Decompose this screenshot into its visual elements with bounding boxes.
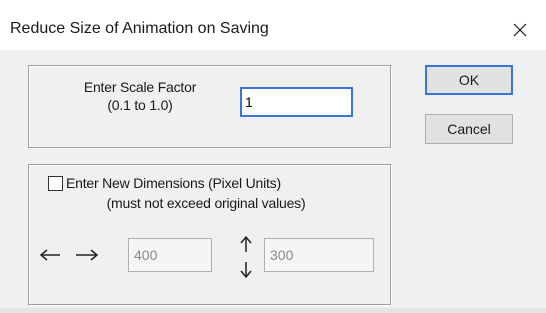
window-bottom-edge	[0, 308, 546, 313]
horizontal-arrow-icon	[39, 249, 99, 261]
ok-button[interactable]: OK	[425, 65, 513, 95]
dialog-body: Enter Scale Factor (0.1 to 1.0) OK Cance…	[0, 50, 546, 313]
cancel-button[interactable]: Cancel	[425, 114, 513, 144]
close-button[interactable]	[500, 12, 540, 48]
dialog-window: Reduce Size of Animation on Saving Enter…	[0, 0, 546, 313]
scale-factor-input[interactable]	[240, 87, 353, 117]
new-dimensions-note: (must not exceed original values)	[106, 195, 306, 211]
vertical-arrow-icon	[240, 235, 252, 279]
width-input[interactable]	[128, 238, 212, 272]
dialog-title: Reduce Size of Animation on Saving	[10, 20, 269, 37]
scale-factor-range-label: (0.1 to 1.0)	[107, 97, 173, 113]
scale-factor-label: Enter Scale Factor	[83, 79, 197, 95]
title-bar: Reduce Size of Animation on Saving	[0, 0, 546, 37]
height-input[interactable]	[264, 238, 374, 272]
new-dimensions-label: Enter New Dimensions (Pixel Units)	[66, 175, 281, 191]
new-dimensions-checkbox[interactable]	[48, 176, 63, 191]
close-icon	[513, 23, 527, 37]
